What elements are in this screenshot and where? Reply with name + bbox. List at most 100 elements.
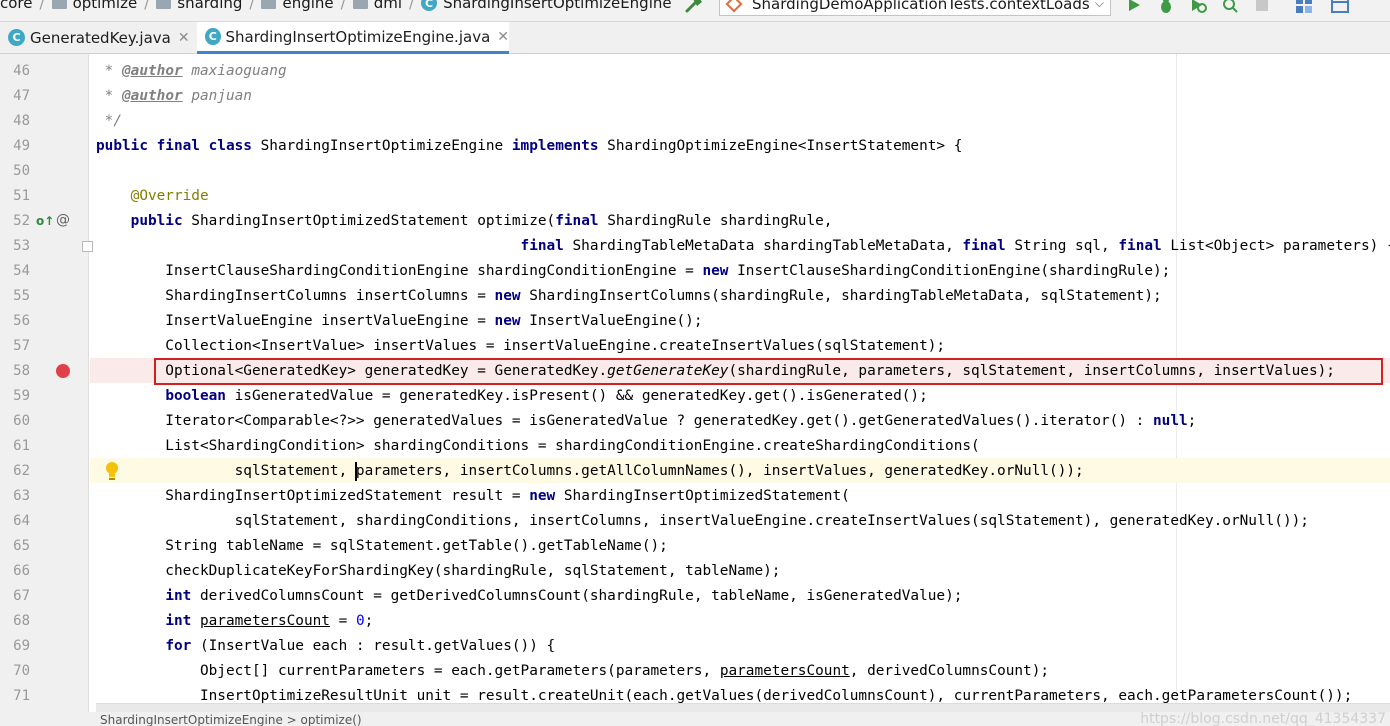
line-number: 68: [13, 613, 30, 629]
code-line: 55 ShardingInsertColumns insertColumns =…: [0, 284, 1390, 309]
code-line: 66 checkDuplicateKeyForShardingKey(shard…: [0, 559, 1390, 584]
line-number: 51: [13, 188, 30, 204]
breadcrumb-item-sharding[interactable]: sharding: [156, 0, 242, 12]
code-text: checkDuplicateKeyForShardingKey(sharding…: [96, 563, 781, 579]
line-number: 61: [13, 438, 30, 454]
code-text: InsertClauseShardingConditionEngine shar…: [96, 263, 1171, 279]
annotation-icon: @: [56, 212, 70, 228]
line-number: 55: [13, 288, 30, 304]
profile-icon[interactable]: [1220, 0, 1240, 14]
code-line: 52 o↑ @ public ShardingInsertOptimizedSt…: [0, 209, 1390, 234]
line-number: 48: [13, 113, 30, 129]
tab-label: ShardingInsertOptimizeEngine.java: [225, 27, 491, 46]
code-text: Collection<InsertValue> insertValues = i…: [96, 338, 946, 354]
code-text: List<ShardingCondition> shardingConditio…: [96, 438, 980, 454]
code-line: 69 for (InsertValue each : result.getVal…: [0, 634, 1390, 659]
class-icon: C: [205, 28, 221, 45]
code-text: for (InsertValue each : result.getValues…: [165, 638, 556, 654]
code-text: @Override: [130, 188, 209, 204]
code-text: Iterator<Comparable<?>> generatedValues …: [96, 413, 1197, 429]
breadcrumb-item-core[interactable]: core: [0, 0, 33, 12]
close-icon[interactable]: ✕: [178, 30, 190, 46]
line-number: 62: [13, 463, 30, 479]
line-number: 67: [13, 588, 30, 604]
build-icon[interactable]: [684, 0, 704, 13]
code-text: int derivedColumnsCount = getDerivedColu…: [165, 588, 963, 604]
code-line: 54 InsertClauseShardingConditionEngine s…: [0, 259, 1390, 284]
run-icon[interactable]: [1124, 0, 1144, 14]
line-number: 69: [13, 638, 30, 654]
line-number: 49: [13, 138, 30, 154]
line-number: 70: [13, 663, 30, 679]
code-text: int parametersCount = 0;: [165, 613, 374, 629]
chevron-down-icon: ⌵: [1094, 0, 1104, 10]
code-text: InsertValueEngine insertValueEngine = ne…: [96, 313, 703, 329]
code-line: 46 * @author maxiaoguang: [0, 59, 1390, 84]
line-number: 47: [13, 88, 30, 104]
close-icon[interactable]: ✕: [497, 29, 509, 45]
horizontal-scrollbar[interactable]: [96, 703, 1390, 712]
code-line: 57 Collection<InsertValue> insertValues …: [0, 334, 1390, 359]
code-line: 50: [0, 159, 1390, 184]
breadcrumb-item-optimize[interactable]: optimize: [51, 0, 137, 12]
breadcrumb-item-dml[interactable]: dml: [352, 0, 402, 12]
highlight-box: [154, 358, 1383, 385]
breadcrumb-separator: /: [144, 0, 150, 12]
breadcrumb-separator: /: [249, 0, 255, 12]
stop-icon[interactable]: [1252, 0, 1272, 14]
code-text: ShardingInsertColumns insertColumns = ne…: [96, 288, 1162, 304]
status-text: ShardingInsertOptimizeEngine > optimize(…: [100, 713, 362, 726]
debug-icon[interactable]: [1156, 0, 1176, 14]
breadcrumb-item-engine[interactable]: engine: [261, 0, 334, 12]
code-line: 70 Object[] currentParameters = each.get…: [0, 659, 1390, 684]
code-line: 65 String tableName = sqlStatement.getTa…: [0, 534, 1390, 559]
breadcrumb-separator: /: [409, 0, 415, 12]
editor-tab-bar: C GeneratedKey.java ✕ C ShardingInsertOp…: [0, 22, 1390, 54]
breakpoint-icon[interactable]: [56, 364, 70, 378]
line-number: 66: [13, 563, 30, 579]
implements-method-icon[interactable]: o↑: [36, 214, 54, 228]
code-text: sqlStatement, shardingConditions, insert…: [96, 513, 1309, 529]
code-editor[interactable]: 46 * @author maxiaoguang 47 * @author pa…: [0, 54, 1390, 726]
search-everywhere-icon[interactable]: [1330, 0, 1350, 14]
code-line: 67 int derivedColumnsCount = getDerivedC…: [0, 584, 1390, 609]
code-text: ShardingInsertOptimizedStatement result …: [96, 488, 850, 504]
code-text: Object[] currentParameters = each.getPar…: [96, 663, 1050, 679]
line-number: 56: [13, 313, 30, 329]
code-text: sqlStatement, parameters, insertColumns.…: [96, 463, 1084, 479]
code-line: 59 boolean isGeneratedValue = generatedK…: [0, 384, 1390, 409]
breadcrumb-item-class[interactable]: C ShardingInsertOptimizeEngine: [421, 0, 672, 12]
breadcrumb-separator: /: [39, 0, 45, 12]
code-line: 64 sqlStatement, shardingConditions, ins…: [0, 509, 1390, 534]
coverage-icon[interactable]: [1188, 0, 1208, 14]
code-line: 60 Iterator<Comparable<?>> generatedValu…: [0, 409, 1390, 434]
fold-marker[interactable]: [82, 241, 93, 252]
line-number: 63: [13, 488, 30, 504]
code-text: String tableName = sqlStatement.getTable…: [96, 538, 668, 554]
breadcrumb-separator: /: [340, 0, 346, 12]
run-configuration-select[interactable]: ShardingDemoApplicationTests.contextLoad…: [719, 0, 1111, 16]
project-structure-icon[interactable]: [1294, 0, 1314, 14]
line-number: 50: [13, 163, 30, 179]
tab-shardinginsertoptimizeengine-java[interactable]: C ShardingInsertOptimizeEngine.java ✕: [197, 22, 509, 54]
code-text: final ShardingTableMetaData shardingTabl…: [520, 238, 1390, 254]
line-number: 60: [13, 413, 30, 429]
code-line: 68 int parametersCount = 0;: [0, 609, 1390, 634]
tab-generatedkey-java[interactable]: C GeneratedKey.java ✕: [0, 22, 196, 53]
class-icon: C: [8, 29, 25, 46]
breadcrumb-status-bar: ShardingInsertOptimizeEngine > optimize(…: [0, 712, 1390, 726]
line-number: 58: [13, 363, 30, 379]
code-text: boolean isGeneratedValue = generatedKey.…: [165, 388, 928, 404]
class-icon: C: [421, 0, 438, 11]
run-configuration-icon: [725, 0, 743, 13]
line-number: 53: [13, 238, 30, 254]
code-line: 49 public final class ShardingInsertOpti…: [0, 134, 1390, 159]
breadcrumb: core / optimize / sharding / engine / dm…: [0, 0, 672, 12]
line-number: 46: [13, 63, 30, 79]
line-number: 65: [13, 538, 30, 554]
text-caret: [355, 462, 357, 481]
folder-icon: [261, 0, 277, 9]
code-text: */: [96, 113, 122, 129]
code-line: 48 */: [0, 109, 1390, 134]
code-line: 47 * @author panjuan: [0, 84, 1390, 109]
